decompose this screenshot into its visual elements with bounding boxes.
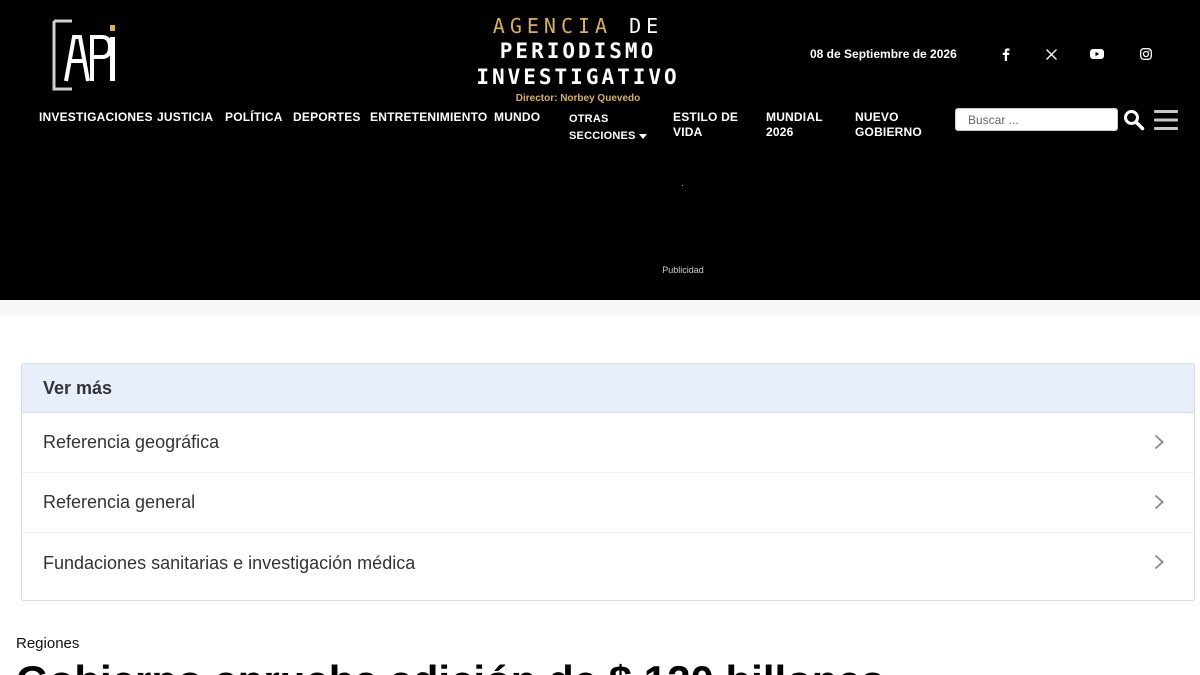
panel-link-referencia-general[interactable]: Referencia general — [22, 473, 1194, 533]
search-input[interactable] — [955, 108, 1118, 131]
nav-gobierno-label-1: NUEVO — [855, 110, 899, 124]
panel-link-referencia-geografica[interactable]: Referencia geográfica — [22, 413, 1194, 473]
brand-title[interactable]: AGENCIA DE PERIODISMO INVESTIGATIVO Dire… — [410, 14, 746, 104]
nav-estilo-label-2: VIDA — [673, 125, 703, 139]
nav-estilo-label-1: ESTILO DE — [673, 110, 739, 124]
nav-deportes[interactable]: DEPORTES — [293, 110, 361, 125]
brand-director: Director: Norbey Quevedo — [515, 93, 641, 104]
nav-justicia[interactable]: JUSTICIA — [157, 110, 213, 125]
nav-estilo-de-vida[interactable]: ESTILO DE VIDA — [673, 110, 738, 140]
nav-otras-secciones-dropdown[interactable]: OTRAS SECCIONES — [569, 111, 647, 145]
ver-mas-panel: Ver más Referencia geográfica Referencia… — [21, 363, 1195, 601]
nav-gobierno-label-2: GOBIERNO — [855, 125, 922, 139]
brand-line1-agencia: AGENCIA — [492, 14, 613, 38]
nav-investigaciones[interactable]: INVESTIGACIONES — [39, 110, 153, 125]
nav-nuevo-gobierno[interactable]: NUEVO GOBIERNO — [855, 110, 922, 140]
chevron-right-icon — [1154, 494, 1164, 510]
site-header: AGENCIA DE PERIODISMO INVESTIGATIVO Dire… — [0, 0, 1200, 300]
ad-label: Publicidad — [662, 265, 704, 275]
nav-otras-label-1: OTRAS — [569, 113, 609, 125]
chevron-right-icon — [1154, 554, 1164, 570]
facebook-icon[interactable] — [996, 45, 1016, 63]
panel-link-fundaciones-sanitarias[interactable]: Fundaciones sanitarias e investigación m… — [22, 533, 1194, 593]
nav-entretenimiento[interactable]: ENTRETENIMIENTO — [370, 110, 487, 125]
nav-mundial-2026[interactable]: MUNDIAL 2026 — [766, 110, 823, 140]
hamburger-menu-icon[interactable] — [1154, 109, 1178, 131]
article-headline[interactable]: Gobierno aprueba adición de $ 120 billon… — [16, 657, 1186, 675]
panel-title: Ver más — [22, 364, 1194, 413]
brand-line1-de: DE — [629, 14, 664, 38]
chevron-right-icon — [1154, 434, 1164, 450]
panel-link-label: Referencia geográfica — [43, 432, 220, 452]
ad-slot — [682, 185, 683, 186]
article-section-label[interactable]: Regiones — [16, 635, 79, 652]
nav-mundial-label-2: 2026 — [766, 125, 794, 139]
api-logo[interactable] — [52, 19, 118, 91]
brand-line2: PERIODISMO INVESTIGATIVO — [476, 39, 680, 89]
panel-link-label: Referencia general — [43, 492, 196, 512]
search-icon[interactable] — [1123, 109, 1145, 131]
caret-down-icon — [638, 133, 647, 139]
divider-strip — [0, 300, 1200, 316]
panel-link-label: Fundaciones sanitarias e investigación m… — [43, 552, 416, 573]
nav-politica[interactable]: POLÍTICA — [225, 110, 283, 125]
nav-mundo[interactable]: MUNDO — [494, 110, 540, 125]
current-date: 08 de Septiembre de 2026 — [810, 47, 957, 61]
youtube-icon[interactable] — [1087, 45, 1107, 63]
x-icon[interactable] — [1041, 45, 1061, 63]
nav-mundial-label-1: MUNDIAL — [766, 110, 823, 124]
nav-otras-label-2: SECCIONES — [569, 130, 636, 142]
instagram-icon[interactable] — [1136, 45, 1156, 63]
